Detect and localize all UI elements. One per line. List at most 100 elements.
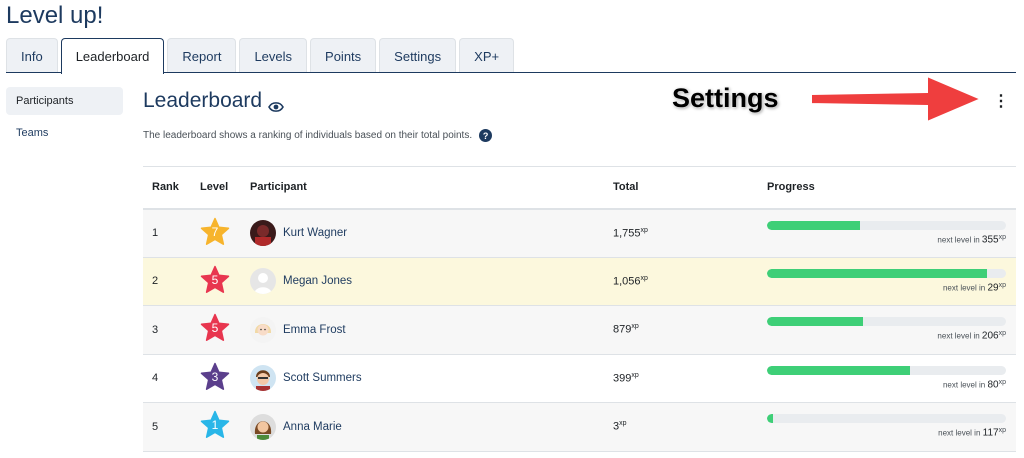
next-level-value: 80 <box>987 379 999 391</box>
header-progress[interactable]: Progress <box>767 166 1016 210</box>
progress-cell: next level in 117xp <box>767 402 1016 452</box>
total-cell: 399xp <box>613 354 767 403</box>
avatar <box>250 316 276 343</box>
leaderboard-description: The leaderboard shows a ranking of indiv… <box>143 129 493 142</box>
total-cell: 1,755xp <box>613 208 767 258</box>
rank-cell: 1 <box>143 208 200 258</box>
total-cell: 3xp <box>613 402 767 452</box>
progress-fill <box>767 220 861 230</box>
annotation-arrow-icon <box>810 74 984 124</box>
progress-cell: next level in 80xp <box>767 354 1016 403</box>
next-level-value: 206 <box>981 331 999 343</box>
progress-fill <box>767 365 911 375</box>
table-row: 3 5 Emma Frost 879xp next level in 206xp <box>143 305 1016 355</box>
header-level[interactable]: Level <box>200 166 250 210</box>
participant-cell: Anna Marie <box>250 402 613 452</box>
progress-cell: next level in 206xp <box>767 305 1016 355</box>
xp-unit: xp <box>619 420 627 428</box>
xp-unit: xp <box>998 330 1006 338</box>
sidebar-item-teams[interactable]: Teams <box>6 119 123 147</box>
help-icon[interactable]: ? <box>479 129 493 142</box>
xp-unit: xp <box>631 371 639 379</box>
next-level-label: next level in <box>937 235 980 245</box>
avatar <box>250 268 276 295</box>
progress-fill <box>767 268 987 278</box>
leaderboard-table: Rank Level Participant Total Progress 17… <box>143 166 1016 452</box>
participant-cell: Emma Frost <box>250 305 613 355</box>
next-level-value: 117 <box>982 428 999 440</box>
sidebar-item-participants[interactable]: Participants <box>6 87 123 115</box>
level-number: 3 <box>211 369 219 384</box>
progress-bar <box>767 317 1006 327</box>
tab-settings[interactable]: Settings <box>379 38 457 73</box>
progress-bar <box>767 268 1006 278</box>
level-cell: 5 <box>200 257 250 306</box>
next-level-value: 355 <box>981 234 999 246</box>
header-total[interactable]: Total <box>613 166 767 210</box>
rank-cell: 2 <box>143 257 200 306</box>
participant-cell: Scott Summers <box>250 354 613 403</box>
xp-unit: xp <box>998 233 1006 241</box>
avatar <box>250 220 276 246</box>
annotation-label: Settings <box>672 83 779 113</box>
total-cell: 1,056xp <box>613 257 767 306</box>
next-level-text: next level in 117xp <box>767 427 1006 439</box>
tab-levels[interactable]: Levels <box>239 38 308 73</box>
page-title: Leaderboard <box>143 89 285 113</box>
participant-name-link[interactable]: Kurt Wagner <box>283 227 347 239</box>
progress-cell: next level in 355xp <box>767 208 1016 258</box>
tab-points[interactable]: Points <box>310 38 377 73</box>
progress-fill <box>767 414 773 424</box>
avatar <box>250 365 276 392</box>
level-cell: 3 <box>200 354 250 403</box>
xp-unit: xp <box>640 274 648 282</box>
header-rank[interactable]: Rank <box>143 166 200 210</box>
app-title: Level up! <box>6 2 104 29</box>
kebab-menu-button[interactable]: ⋮ <box>992 92 1010 110</box>
avatar <box>250 413 276 440</box>
participant-name-link[interactable]: Megan Jones <box>283 275 352 287</box>
table-row: 1 7 Kurt Wagner 1,755xp next level in 355xp <box>143 208 1016 258</box>
next-level-text: next level in 80xp <box>767 379 1006 391</box>
table-row: 5 1 Anna Marie 3xp next level in 117xp <box>143 402 1016 452</box>
level-cell: 7 <box>200 208 250 258</box>
xp-unit: xp <box>640 226 648 234</box>
next-level-label: next level in <box>938 429 981 439</box>
header-participant[interactable]: Participant <box>250 166 613 210</box>
rank-cell: 3 <box>143 305 200 355</box>
progress-bar <box>767 365 1006 375</box>
xp-unit: xp <box>998 378 1006 386</box>
total-value: 1,755 <box>613 227 641 240</box>
progress-fill <box>767 317 863 327</box>
next-level-text: next level in 355xp <box>767 234 1006 246</box>
participant-name-link[interactable]: Emma Frost <box>283 324 346 336</box>
participant-cell: Kurt Wagner <box>250 208 613 258</box>
next-level-label: next level in <box>937 332 980 342</box>
level-number: 5 <box>211 321 219 336</box>
level-number: 7 <box>211 224 219 239</box>
next-level-value: 29 <box>987 282 999 294</box>
next-level-label: next level in <box>942 380 986 390</box>
tab-report[interactable]: Report <box>167 38 237 73</box>
total-cell: 879xp <box>613 305 767 355</box>
tab-leaderboard[interactable]: Leaderboard <box>60 38 165 74</box>
tab-bar: Info Leaderboard Report Levels Points Se… <box>6 38 517 74</box>
xp-unit: xp <box>631 323 639 331</box>
rank-cell: 5 <box>143 402 200 452</box>
progress-bar <box>767 220 1006 230</box>
rank-cell: 4 <box>143 354 200 403</box>
tab-xp-plus[interactable]: XP+ <box>459 38 515 73</box>
tab-info[interactable]: Info <box>6 38 58 73</box>
level-number: 1 <box>211 418 219 433</box>
next-level-text: next level in 29xp <box>767 282 1006 294</box>
next-level-text: next level in 206xp <box>767 330 1006 342</box>
participant-cell: Megan Jones <box>250 257 613 306</box>
level-cell: 5 <box>200 305 250 355</box>
table-row: 4 3 Scott Summers 399xp next level in 80xp <box>143 354 1016 403</box>
participant-name-link[interactable]: Scott Summers <box>283 372 362 384</box>
participant-name-link[interactable]: Anna Marie <box>283 421 342 433</box>
eye-icon[interactable] <box>268 95 285 112</box>
table-header-row: Rank Level Participant Total Progress <box>143 166 1016 210</box>
progress-cell: next level in 29xp <box>767 257 1016 306</box>
description-text: The leaderboard shows a ranking of indiv… <box>143 130 473 141</box>
